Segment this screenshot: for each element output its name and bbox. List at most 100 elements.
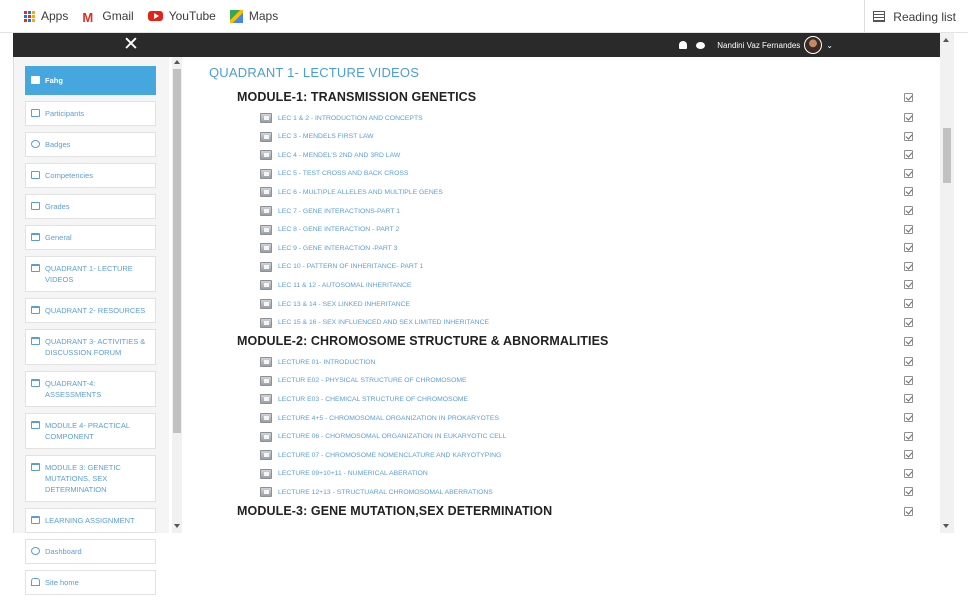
completion-checkbox[interactable] <box>904 394 913 404</box>
scroll-down-icon[interactable] <box>174 524 180 528</box>
lecture-link[interactable]: LEC 4 - MENDEL'S 2ND AND 3RD LAW <box>260 148 400 162</box>
sidebar-item[interactable]: General <box>25 225 156 250</box>
section-title[interactable]: QUADRANT 1- LECTURE VIDEOS <box>209 65 419 80</box>
completion-checkbox[interactable] <box>904 413 913 422</box>
completion-checkbox[interactable] <box>904 450 913 460</box>
lecture-link[interactable]: LECTURE 4+5 - CHROMOSOMAL ORGANIZATION I… <box>260 411 499 425</box>
video-file-icon <box>260 187 272 198</box>
completion-checkbox[interactable] <box>904 131 913 141</box>
folder-icon <box>31 516 40 524</box>
completion-checkbox[interactable] <box>904 468 913 478</box>
video-file-icon <box>260 168 272 179</box>
module-completion-checkbox[interactable] <box>904 337 913 347</box>
drawer-scroll-thumb[interactable] <box>173 69 181 433</box>
completion-checkbox[interactable] <box>904 113 913 122</box>
lecture-title: LEC 6 - MULTIPLE ALLELES AND MULTIPLE GE… <box>278 188 443 196</box>
course-content: QUADRANT 1- LECTURE VIDEOS MODULE-1: TRA… <box>183 57 941 533</box>
completion-checkbox[interactable] <box>904 224 913 234</box>
lecture-link[interactable]: LEC 6 - MULTIPLE ALLELES AND MULTIPLE GE… <box>260 185 443 199</box>
page-scroll-thumb[interactable] <box>943 128 951 183</box>
completion-checkbox[interactable] <box>904 206 913 215</box>
sidebar-item-label: Badges <box>45 140 71 149</box>
lecture-title: LECTURE 09+10+11 - NUMERICAL ABERATION <box>278 470 428 478</box>
bookmark-gmail[interactable]: M Gmail <box>82 9 133 25</box>
completion-checkbox[interactable] <box>904 187 913 197</box>
page-scrollbar[interactable] <box>940 33 954 533</box>
lecture-link[interactable]: LEC 1 & 2 - INTRODUCTION AND CONCEPTS <box>260 111 423 125</box>
bell-icon[interactable] <box>679 41 688 49</box>
completion-checkbox[interactable] <box>904 150 913 160</box>
lecture-link[interactable]: LEC 11 & 12 - AUTOSOMAL INHERITANCE <box>260 278 411 292</box>
lecture-link[interactable]: LECTUR E03 - CHEMICAL STRUCTURE OF CHROM… <box>260 392 468 406</box>
lecture-link[interactable]: LEC 5 - TEST CROSS AND BACK CROSS <box>260 167 408 181</box>
bookmark-maps[interactable]: Maps <box>229 9 278 23</box>
sidebar-item[interactable]: Competencies <box>25 163 156 188</box>
sidebar-item[interactable]: Badges <box>25 132 156 157</box>
completion-checkbox[interactable] <box>904 299 913 308</box>
lecture-link[interactable]: LEC 8 - GENE INTERACTION - PART 2 <box>260 223 399 237</box>
lecture-link[interactable]: LEC 7 - GENE INTERACTIONS-PART 1 <box>260 204 400 218</box>
completion-checkbox[interactable] <box>904 261 913 271</box>
sidebar-item[interactable]: Dashboard <box>25 539 156 564</box>
module-completion-checkbox[interactable] <box>904 507 913 516</box>
sidebar-item-label: Competencies <box>45 171 93 180</box>
maps-icon <box>229 9 243 23</box>
lecture-link[interactable]: LEC 10 - PATTERN OF INHERITANCE- PART 1 <box>260 260 423 274</box>
folder-icon <box>31 233 40 241</box>
completion-checkbox[interactable] <box>904 280 913 290</box>
lecture-link[interactable]: LEC 15 & 16 - SEX INFLUENCED AND SEX LIM… <box>260 316 489 330</box>
lecture-link[interactable]: LECTURE 07 - CHROMOSOME NOMENCLATURE AND… <box>260 448 501 462</box>
lecture-link[interactable]: LEC 9 - GENE INTERACTION -PART 3 <box>260 241 397 255</box>
lecture-link[interactable]: LEC 3 - MENDELS FIRST LAW <box>260 130 374 144</box>
sidebar-item[interactable]: QUADRANT-4: ASSESSMENTS <box>25 371 156 407</box>
user-name[interactable]: Nandini Vaz Fernandes <box>717 41 800 50</box>
scroll-down-icon[interactable] <box>943 524 949 528</box>
sidebar-item[interactable]: QUADRANT 1- LECTURE VIDEOS <box>25 256 156 292</box>
lecture-title: LEC 10 - PATTERN OF INHERITANCE- PART 1 <box>278 263 424 271</box>
chat-icon[interactable] <box>696 41 706 49</box>
chevron-down-icon[interactable]: ⌄ <box>826 41 833 50</box>
bookmark-apps[interactable]: Apps <box>24 9 68 23</box>
sidebar-item[interactable]: MODULE 3: GENETIC MUTATIONS, SEX DETERMI… <box>25 455 156 502</box>
module-title[interactable]: MODULE-2: CHROMOSOME STRUCTURE & ABNORMA… <box>237 334 609 348</box>
sidebar-item[interactable]: MODULE 4- PRACTICAL COMPONENT <box>25 413 156 449</box>
sidebar-item[interactable]: QUADRANT 3- ACTIVITIES & DISCUSSION FORU… <box>25 329 156 365</box>
sidebar-item[interactable]: Grades <box>25 194 156 219</box>
lecture-link[interactable]: LECTURE 01- INTRODUCTION <box>260 355 375 369</box>
scroll-up-icon[interactable] <box>174 60 180 64</box>
sidebar-item[interactable]: QUADRANT 2- RESOURCES <box>25 298 156 323</box>
completion-checkbox[interactable] <box>904 317 913 327</box>
drawer-scrollbar[interactable] <box>172 57 182 533</box>
sidebar-item[interactable]: Site home <box>25 570 156 595</box>
video-file-icon <box>260 317 272 328</box>
lecture-title: LECTURE 07 - CHROMOSOME NOMENCLATURE AND… <box>278 451 502 459</box>
sidebar-item[interactable]: Participants <box>25 101 156 126</box>
lecture-title: LECTUR E03 - CHEMICAL STRUCTURE OF CHROM… <box>278 395 469 403</box>
video-file-icon <box>260 224 272 235</box>
avatar[interactable] <box>804 36 823 54</box>
video-file-icon <box>260 280 272 291</box>
completion-checkbox[interactable] <box>904 243 913 253</box>
close-drawer-button[interactable]: ✕ <box>123 34 139 56</box>
completion-checkbox[interactable] <box>904 431 913 441</box>
lecture-title: LEC 7 - GENE INTERACTIONS-PART 1 <box>278 207 400 215</box>
module-completion-checkbox[interactable] <box>904 93 913 102</box>
sidebar-item[interactable]: Fahg <box>25 66 156 95</box>
module-title[interactable]: MODULE-3: GENE MUTATION,SEX DETERMINATIO… <box>237 504 552 518</box>
lecture-link[interactable]: LECTURE 09+10+11 - NUMERICAL ABERATION <box>260 467 428 481</box>
lecture-link[interactable]: LECTURE 06 - CHORMOSOMAL ORGANIZATION IN… <box>260 430 506 444</box>
completion-checkbox[interactable] <box>904 168 913 178</box>
bookmark-youtube[interactable]: YouTube <box>147 9 216 23</box>
lecture-link[interactable]: LECTURE 12+13 - STRUCTUARAL CHROMOSOMAL … <box>260 485 493 499</box>
reading-list-button[interactable]: Reading list <box>864 0 956 33</box>
participants-icon <box>31 109 40 117</box>
completion-checkbox[interactable] <box>904 357 913 367</box>
lecture-title: LECTUR E02 - PHYSICAL STRUCTURE OF CHROM… <box>278 377 467 385</box>
lecture-link[interactable]: LECTUR E02 - PHYSICAL STRUCTURE OF CHROM… <box>260 374 467 388</box>
completion-checkbox[interactable] <box>904 375 913 385</box>
module-title[interactable]: MODULE-1: TRANSMISSION GENETICS <box>237 90 476 104</box>
sidebar-item[interactable]: LEARNING ASSIGNMENT <box>25 508 156 533</box>
scroll-up-icon[interactable] <box>943 38 949 42</box>
completion-checkbox[interactable] <box>904 487 913 497</box>
lecture-link[interactable]: LEC 13 & 14 - SEX LINKED INHERITANCE <box>260 297 410 311</box>
